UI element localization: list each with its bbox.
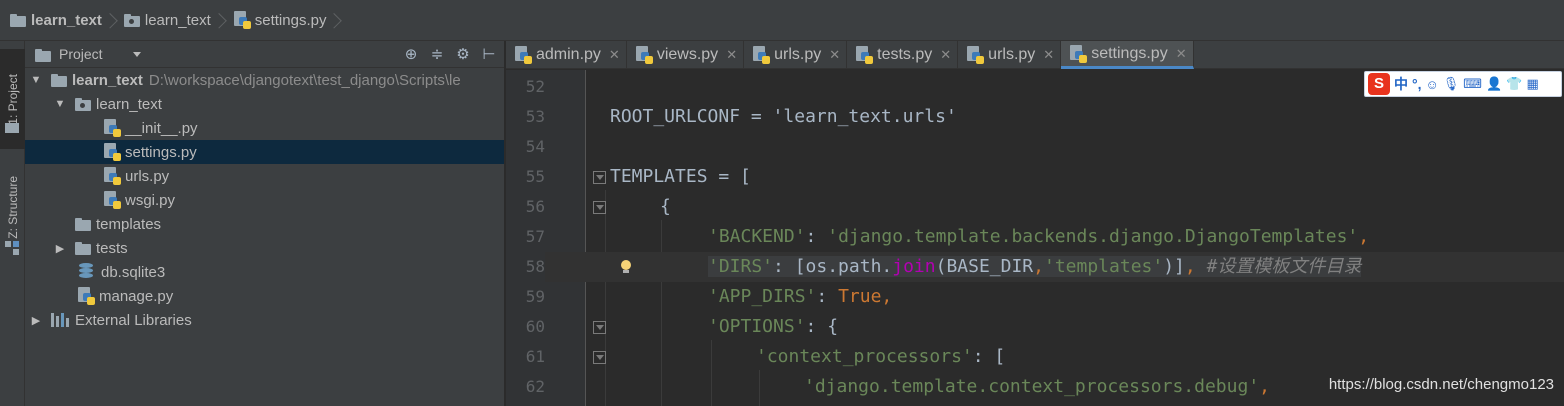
project-tool-tab[interactable]: 1: Project bbox=[0, 49, 25, 149]
structure-tool-icon bbox=[5, 241, 19, 255]
folder-icon bbox=[35, 48, 51, 62]
code-line: 54 bbox=[525, 137, 545, 156]
breadcrumb-file[interactable]: settings.py bbox=[233, 0, 349, 41]
breadcrumb-root[interactable]: learn_text bbox=[10, 0, 124, 41]
python-file-icon bbox=[966, 46, 985, 64]
folder-icon bbox=[51, 73, 67, 87]
python-file-icon bbox=[233, 11, 251, 29]
code-line: 61 'context_processors': [ bbox=[525, 346, 1006, 367]
collapse-icon[interactable]: ≑ bbox=[428, 46, 446, 64]
tree-item-settings-py[interactable]: settings.py bbox=[25, 140, 504, 164]
watermark-text: https://blog.csdn.net/chengmo123 bbox=[1328, 376, 1554, 393]
database-icon bbox=[79, 263, 93, 281]
project-tool-icon bbox=[5, 121, 19, 133]
pin-icon[interactable]: ⊢ bbox=[480, 46, 498, 64]
target-icon[interactable]: ⊕ bbox=[402, 46, 420, 64]
project-view-selector[interactable]: Project bbox=[59, 46, 103, 62]
folder-icon bbox=[75, 241, 91, 255]
smiley-icon[interactable]: ☺ bbox=[1426, 77, 1439, 92]
expand-arrow-icon[interactable]: ▶ bbox=[53, 242, 67, 255]
package-icon bbox=[75, 97, 91, 111]
sogou-logo-icon[interactable]: S bbox=[1368, 73, 1390, 95]
code-line: 59 'APP_DIRS': True, bbox=[525, 286, 893, 307]
shirt-icon[interactable]: 👕 bbox=[1506, 76, 1522, 92]
code-line: 56 { bbox=[525, 196, 671, 217]
code-editor[interactable]: 52 53 ROOT_URLCONF = 'learn_text.urls' 5… bbox=[506, 70, 1564, 406]
gear-icon[interactable]: ⚙ bbox=[454, 46, 472, 64]
ime-toolbar: S 中 °, ☺ 🎙 ⌨ 👤 👕 ▦ bbox=[1364, 71, 1562, 97]
python-file-icon bbox=[103, 167, 121, 185]
expand-arrow-icon[interactable]: ▼ bbox=[53, 98, 67, 110]
python-file-icon bbox=[635, 46, 653, 64]
tab-admin-py[interactable]: admin.py ✕ bbox=[506, 41, 627, 69]
expand-arrow-icon[interactable]: ▶ bbox=[29, 314, 43, 327]
python-file-icon bbox=[1069, 44, 1088, 63]
ime-mode-toggle[interactable]: 中 bbox=[1394, 74, 1408, 94]
code-line: 55 TEMPLATES = [ bbox=[525, 166, 751, 187]
package-icon bbox=[123, 13, 140, 27]
editor-tab-bar: admin.py ✕ views.py ✕ urls.py ✕ tests.py… bbox=[506, 41, 1564, 69]
fold-marker-icon[interactable] bbox=[593, 321, 606, 334]
chevron-right-icon bbox=[108, 8, 118, 32]
keyboard-icon[interactable]: ⌨ bbox=[1463, 76, 1482, 92]
close-icon[interactable]: ✕ bbox=[609, 47, 620, 63]
folder-icon bbox=[10, 13, 26, 27]
tree-item-external-libraries[interactable]: ▶ External Libraries bbox=[25, 308, 504, 332]
project-panel: Project ⊕ ≑ ⚙ ⊢ ▼ learn_text D:\workspac… bbox=[25, 41, 505, 406]
tree-item-learn-text[interactable]: ▼ learn_text bbox=[25, 92, 504, 116]
chevron-right-icon bbox=[217, 8, 227, 32]
code-line: 60 'OPTIONS': { bbox=[525, 316, 839, 337]
tree-item-templates[interactable]: templates bbox=[25, 212, 504, 236]
tree-item-init-py[interactable]: __init__.py bbox=[25, 116, 504, 140]
close-icon[interactable]: ✕ bbox=[726, 47, 737, 63]
close-icon[interactable]: ✕ bbox=[1043, 47, 1054, 63]
close-icon[interactable]: ✕ bbox=[1176, 46, 1187, 62]
close-icon[interactable]: ✕ bbox=[829, 47, 840, 63]
project-tree: ▼ learn_text D:\workspace\djangotext\tes… bbox=[25, 68, 504, 332]
python-file-icon bbox=[103, 119, 121, 137]
tree-item-urls-py[interactable]: urls.py bbox=[25, 164, 504, 188]
python-file-icon bbox=[752, 46, 771, 64]
project-panel-header: Project ⊕ ≑ ⚙ ⊢ bbox=[25, 41, 504, 68]
ime-punctuation-toggle[interactable]: °, bbox=[1412, 76, 1422, 92]
python-file-icon bbox=[103, 191, 121, 209]
expand-arrow-icon[interactable]: ▼ bbox=[29, 74, 43, 86]
tab-settings-py[interactable]: settings.py ✕ bbox=[1061, 41, 1194, 69]
python-file-icon bbox=[855, 46, 874, 64]
python-file-icon bbox=[77, 287, 95, 305]
grid-icon[interactable]: ▦ bbox=[1526, 76, 1538, 92]
python-file-icon bbox=[103, 143, 121, 161]
fold-marker-icon[interactable] bbox=[593, 351, 606, 364]
breadcrumb-package[interactable]: learn_text bbox=[123, 0, 233, 41]
mic-icon[interactable]: 🎙 bbox=[1443, 76, 1460, 92]
fold-marker-icon[interactable] bbox=[593, 201, 606, 214]
tool-window-strip: 1: Project Z: Structure bbox=[0, 41, 25, 406]
tab-tests-py[interactable]: tests.py ✕ bbox=[847, 41, 959, 69]
chevron-down-icon[interactable] bbox=[132, 51, 141, 57]
tab-urls-py-2[interactable]: urls.py ✕ bbox=[958, 41, 1062, 69]
tree-item-wsgi-py[interactable]: wsgi.py bbox=[25, 188, 504, 212]
chevron-right-icon bbox=[332, 8, 342, 32]
tree-item-db-sqlite3[interactable]: db.sqlite3 bbox=[25, 260, 504, 284]
fold-marker-icon[interactable] bbox=[593, 171, 606, 184]
python-file-icon bbox=[514, 46, 532, 64]
folder-icon bbox=[75, 217, 91, 231]
tab-views-py[interactable]: views.py ✕ bbox=[627, 41, 745, 69]
tree-item-manage-py[interactable]: manage.py bbox=[25, 284, 504, 308]
code-line-current: 58 'DIRS': [os.path.join(BASE_DIR,'templ… bbox=[506, 252, 1564, 282]
navigation-bar: learn_text learn_text settings.py bbox=[0, 0, 1564, 41]
tree-item-tests[interactable]: ▶ tests bbox=[25, 236, 504, 260]
close-icon[interactable]: ✕ bbox=[940, 47, 951, 63]
intention-bulb-icon[interactable] bbox=[620, 260, 632, 274]
user-icon[interactable]: 👤 bbox=[1486, 76, 1502, 92]
code-line: 53 ROOT_URLCONF = 'learn_text.urls' bbox=[525, 106, 957, 127]
code-line: 57 'BACKEND': 'django.template.backends.… bbox=[525, 226, 1370, 247]
tree-item-root[interactable]: ▼ learn_text D:\workspace\djangotext\tes… bbox=[25, 68, 504, 92]
library-icon bbox=[51, 313, 69, 327]
tab-urls-py[interactable]: urls.py ✕ bbox=[744, 41, 848, 69]
